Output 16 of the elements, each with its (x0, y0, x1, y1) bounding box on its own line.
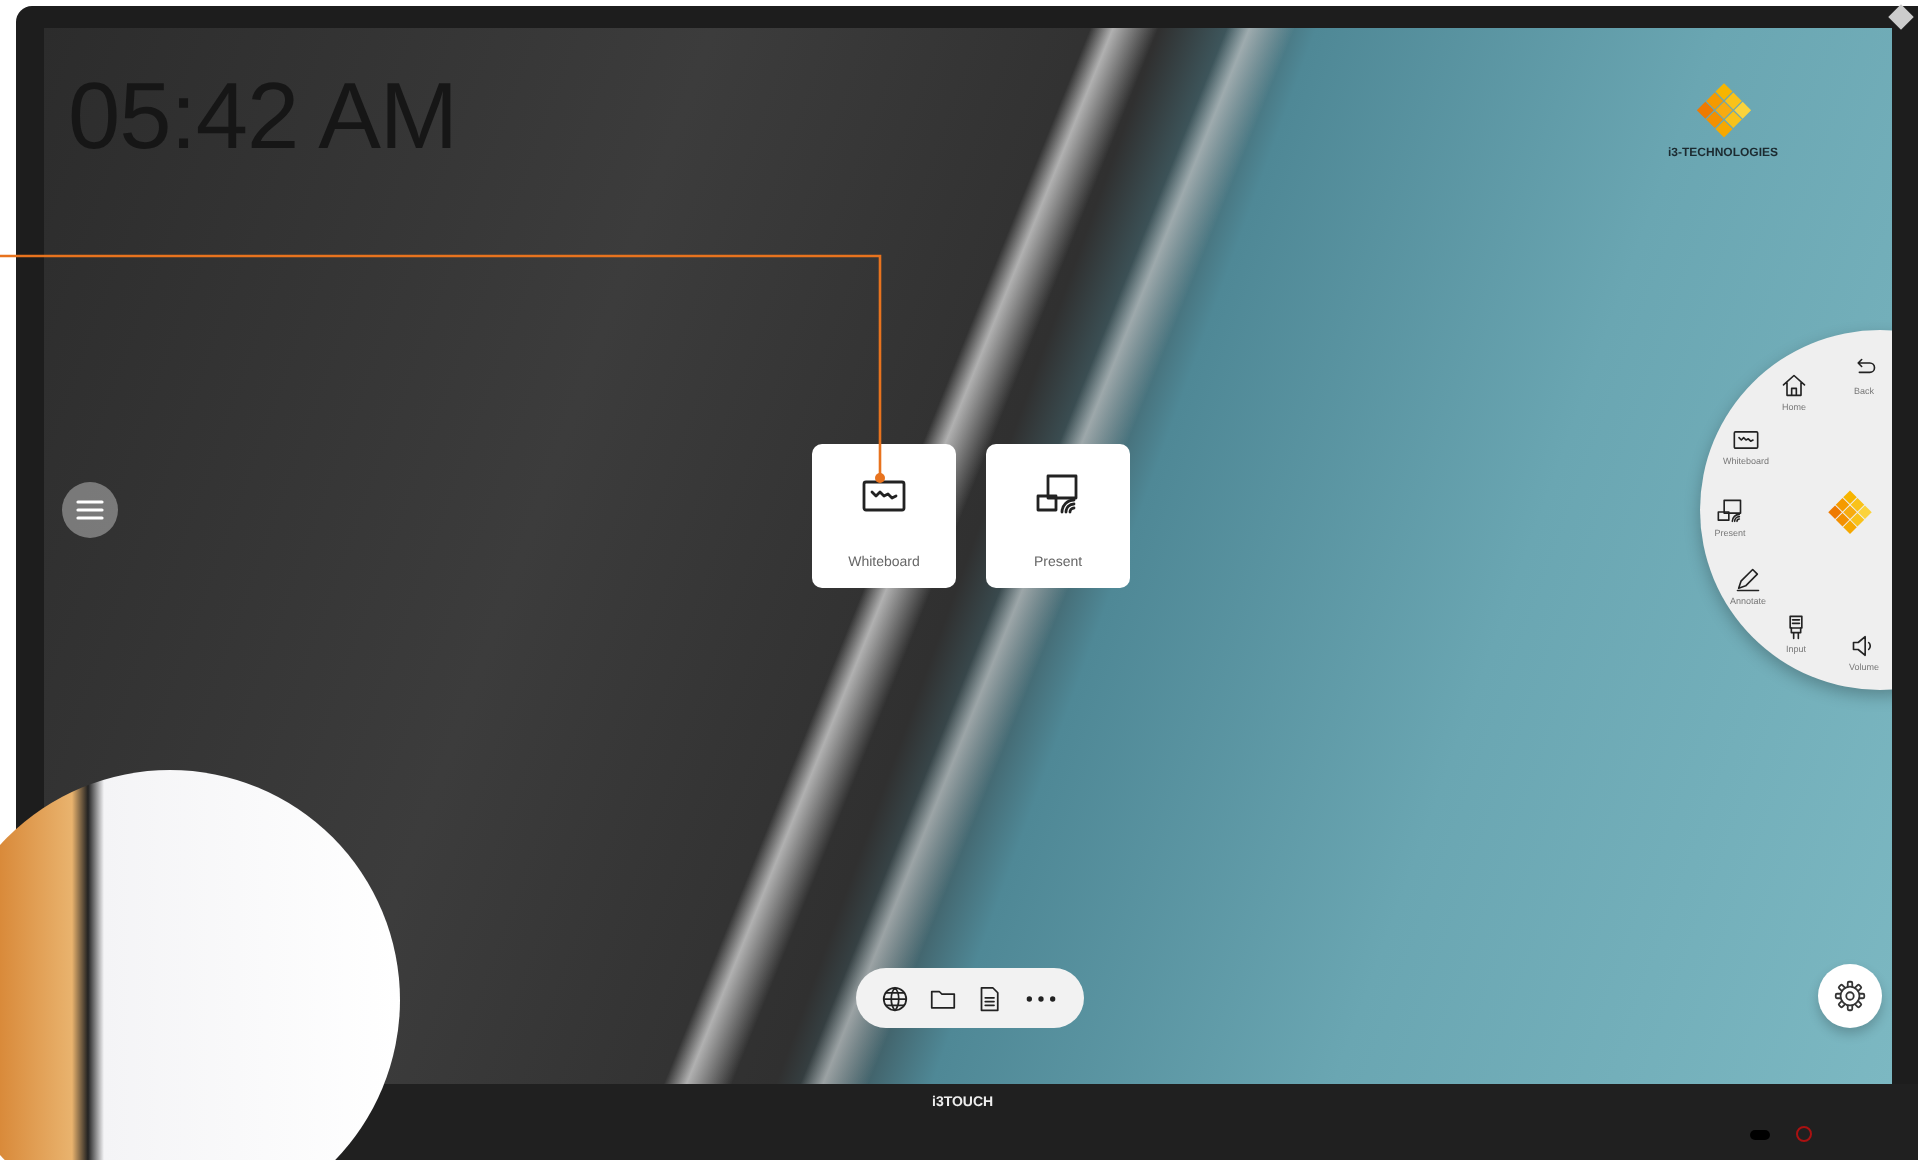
menu-icon (74, 494, 106, 526)
screen-share-icon (1716, 498, 1744, 526)
globe-icon (880, 983, 911, 1013)
pen-icon (1734, 566, 1762, 594)
menu-button[interactable] (62, 482, 118, 538)
whiteboard-icon (1732, 426, 1760, 454)
dock-button[interactable] (1021, 995, 1060, 1001)
diamond-logo-icon (1693, 80, 1753, 140)
settings-icon (1832, 978, 1868, 1014)
diamond-logo-icon (1826, 488, 1874, 536)
power-ring-icon (1796, 1126, 1812, 1142)
sensor-icon (1750, 1130, 1770, 1140)
dock-button[interactable] (880, 983, 911, 1013)
settings-button[interactable] (1818, 964, 1882, 1028)
home-icon (1780, 372, 1808, 400)
more-icon (1025, 995, 1056, 1001)
